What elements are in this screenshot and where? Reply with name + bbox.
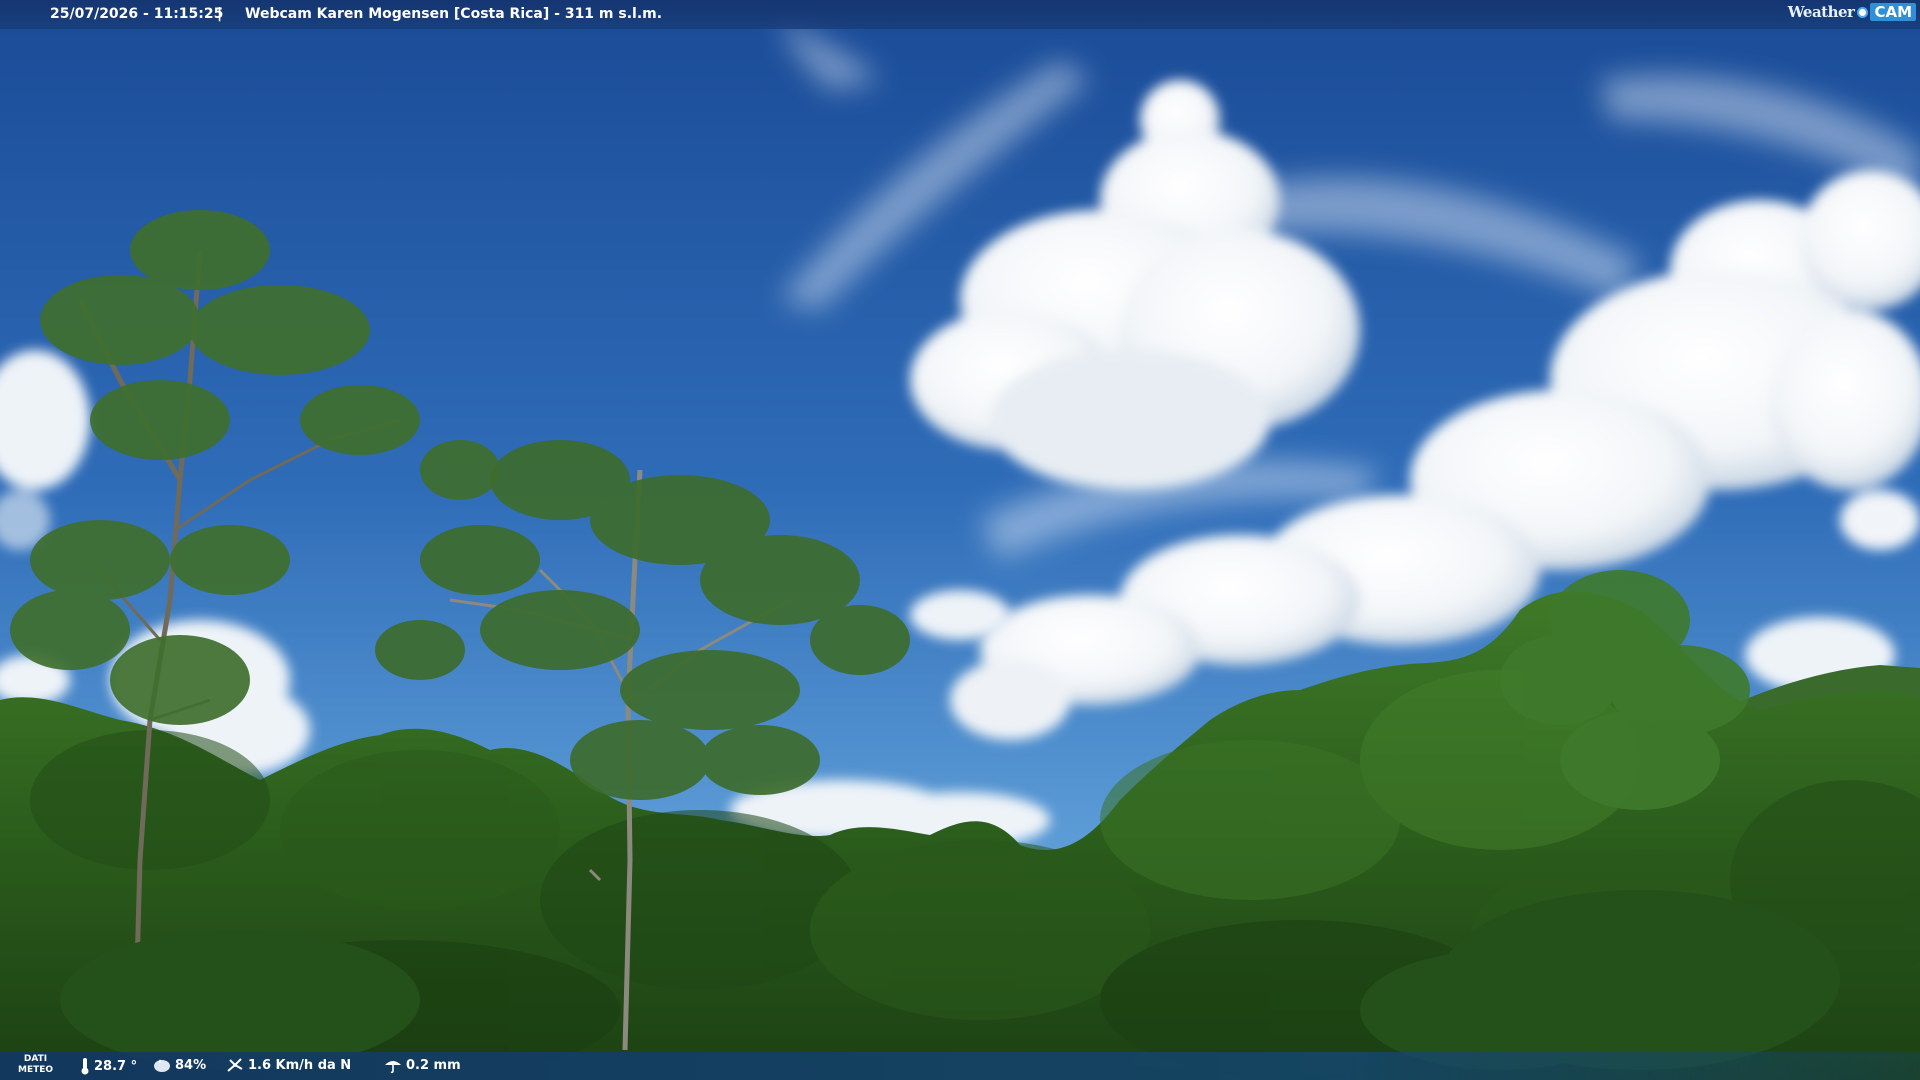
rain-icon: [385, 1061, 401, 1073]
weather-label: DATI METEO: [18, 1054, 53, 1076]
humidity-value: 84%: [175, 1057, 207, 1073]
wind-icon: [227, 1058, 243, 1072]
logo-word: Weather: [1787, 3, 1855, 21]
weather-label-line2: METEO: [18, 1065, 54, 1075]
thermometer-icon: [81, 1058, 89, 1075]
weather-label-line1: DATI: [23, 1054, 48, 1064]
header-separator: |: [217, 6, 223, 22]
temperature-value: 28.7 °: [94, 1058, 138, 1074]
weather-data-bar: DATI METEO 28.7 ° 84% 1.6 Km/h da N 0.2 …: [0, 1052, 1920, 1080]
humidity-icon: [154, 1059, 170, 1072]
temperature-reading: 28.7 °: [80, 1057, 137, 1075]
wind-reading: 1.6 Km/h da N: [226, 1057, 351, 1073]
rain-value: 0.2 mm: [406, 1057, 461, 1073]
webcam-header-bar: 25/07/2026 - 11:15:25 | Webcam Karen Mog…: [0, 0, 1920, 29]
weathercam-logo[interactable]: Weather CAM: [1788, 3, 1916, 21]
humidity-reading: 84%: [153, 1057, 206, 1073]
wind-value: 1.6 Km/h da N: [248, 1057, 352, 1073]
webcam-title: Webcam Karen Mogensen [Costa Rica] - 311…: [245, 6, 663, 22]
logo-cam: CAM: [1870, 3, 1916, 21]
logo-circle-icon: [1857, 6, 1869, 18]
webcam-scene: [0, 0, 1920, 1080]
timestamp: 25/07/2026 - 11:15:25: [50, 6, 224, 22]
rain-reading: 0.2 mm: [384, 1057, 461, 1073]
